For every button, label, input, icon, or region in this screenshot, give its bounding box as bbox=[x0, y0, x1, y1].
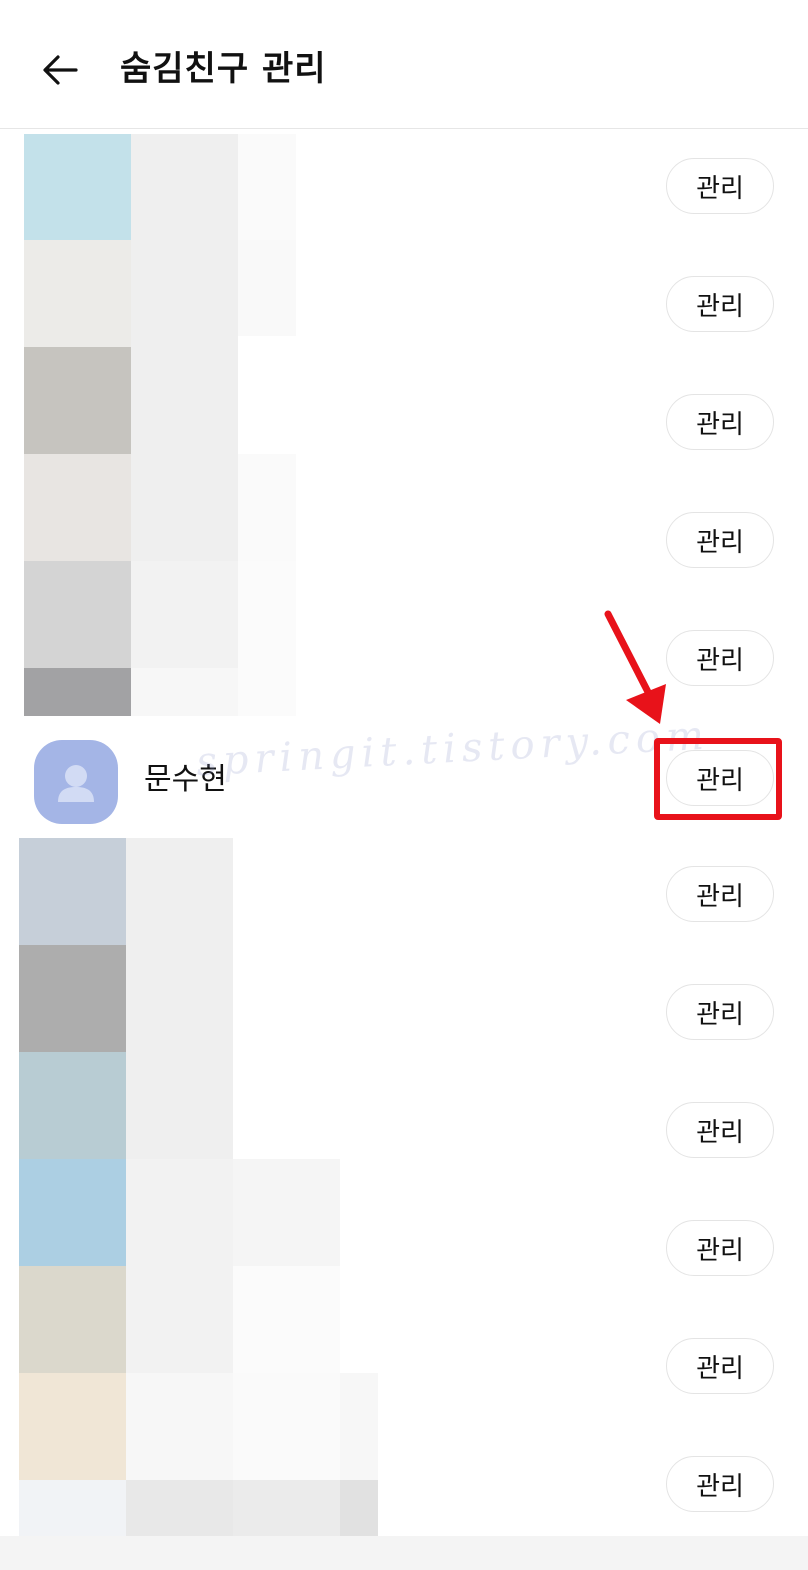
friend-name: 문수현 bbox=[144, 762, 227, 797]
friend-row: 관리 bbox=[0, 838, 808, 956]
page-title: 숨김친구 관리 bbox=[120, 49, 327, 89]
highlight-box bbox=[654, 738, 782, 820]
manage-button[interactable]: 관리 bbox=[666, 276, 774, 332]
person-icon bbox=[58, 765, 94, 802]
arrow-left-icon bbox=[43, 55, 78, 85]
bottom-bar bbox=[0, 1536, 808, 1570]
manage-button[interactable]: 관리 bbox=[666, 984, 774, 1040]
manage-button[interactable]: 관리 bbox=[666, 158, 774, 214]
friend-row: 관리 bbox=[0, 130, 808, 248]
manage-button[interactable]: 관리 bbox=[666, 1456, 774, 1512]
friend-row: 관리 bbox=[0, 561, 808, 720]
back-button[interactable] bbox=[36, 46, 84, 94]
manage-button[interactable]: 관리 bbox=[666, 512, 774, 568]
friend-row: 관리 bbox=[0, 1373, 808, 1546]
manage-button[interactable]: 관리 bbox=[666, 630, 774, 686]
manage-button[interactable]: 관리 bbox=[666, 1102, 774, 1158]
manage-button[interactable]: 관리 bbox=[666, 1338, 774, 1394]
manage-button[interactable]: 관리 bbox=[666, 866, 774, 922]
avatar bbox=[34, 740, 118, 824]
manage-button[interactable]: 관리 bbox=[666, 1220, 774, 1276]
top-app-bar: 숨김친구 관리 bbox=[0, 0, 808, 129]
manage-button[interactable]: 관리 bbox=[666, 394, 774, 450]
